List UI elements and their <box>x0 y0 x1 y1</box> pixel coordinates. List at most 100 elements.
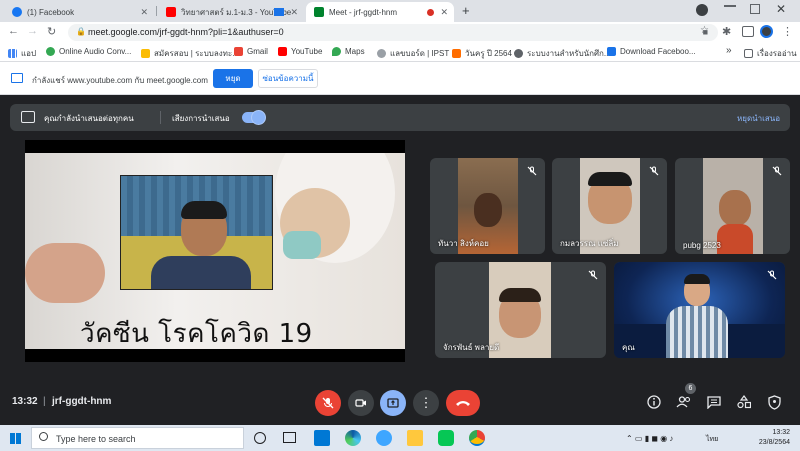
minimize-icon[interactable] <box>724 5 736 7</box>
tab-title: (1) Facebook <box>27 7 75 17</box>
file-explorer-icon[interactable] <box>407 430 423 446</box>
line-app-icon[interactable] <box>438 430 454 446</box>
globe-icon <box>514 49 523 58</box>
network-app-icon[interactable] <box>376 430 392 446</box>
tab-search-icon[interactable] <box>696 4 708 16</box>
mail-icon[interactable] <box>314 430 330 446</box>
participant-hair <box>499 288 541 302</box>
mic-off-icon <box>772 166 782 176</box>
menu-icon[interactable]: ⋮ <box>782 25 793 38</box>
windows-start-icon[interactable] <box>10 433 21 444</box>
more-options-icon[interactable]: ⋮ <box>413 390 439 416</box>
extensions-icon[interactable]: ✱ <box>722 25 731 38</box>
windows-taskbar: Type here to search ⌃ ▭ ▮ ◼ ◉ ♪ ไทย 13:3… <box>0 425 800 451</box>
bookmark-item[interactable]: Download Faceboo... <box>607 47 696 56</box>
host-controls-icon[interactable] <box>765 393 783 411</box>
bookmark-label: สมัครสอบ | ระบบลงทะ... <box>154 49 239 58</box>
share-message: กำลังแชร์ www.youtube.com กับ meet.googl… <box>32 76 208 85</box>
participant-name: ทันวา สิงห์คอย <box>438 239 489 248</box>
participant-face <box>474 193 502 227</box>
presentation-view: วัคซีน โรคโควิด 19 <box>25 140 405 362</box>
close-icon[interactable]: ✕ <box>140 7 148 18</box>
bookmark-favicon-icon <box>607 47 616 56</box>
bookmark-favicon-icon <box>452 49 461 58</box>
taskbar-search-box[interactable]: Type here to search <box>31 427 244 449</box>
maximize-icon[interactable] <box>750 4 760 14</box>
stop-sharing-button[interactable]: หยุด <box>213 69 253 88</box>
address-bar[interactable]: 🔒 meet.google.com/jrf-ggdt-hnm?pli=1&aut… <box>68 24 718 41</box>
hide-infobar-button[interactable]: ซ่อนข้อความนี้ <box>258 69 318 88</box>
bookmark-favicon-icon <box>377 49 386 58</box>
taskbar-clock[interactable]: 13:32 23/8/2564 <box>759 428 790 448</box>
media-control-icon[interactable] <box>742 26 754 37</box>
bookmark-maps[interactable]: Maps <box>332 47 365 56</box>
input-language[interactable]: ไทย <box>706 434 718 445</box>
bookmark-favicon-icon <box>46 47 55 56</box>
slide-title: วัคซีน โรคโควิด 19 <box>80 319 313 349</box>
cortana-icon[interactable] <box>254 432 266 444</box>
window-close-icon[interactable]: ✕ <box>776 2 786 16</box>
shared-video-frame: วัคซีน โรคโควิด 19 <box>25 153 405 349</box>
task-view-icon[interactable] <box>283 432 296 443</box>
tab-facebook[interactable]: (1) Facebook ✕ <box>4 2 154 22</box>
participant-hair <box>684 274 710 284</box>
bookmark-label: Online Audio Conv... <box>59 47 132 56</box>
present-now-button[interactable] <box>380 390 406 416</box>
mic-off-icon <box>649 166 659 176</box>
bookmark-label: Gmail <box>247 47 268 56</box>
lock-icon: 🔒 <box>76 27 86 36</box>
presenting-text: คุณกำลังนำเสนอต่อทุกคน <box>44 114 134 123</box>
meeting-details-icon[interactable] <box>645 393 663 411</box>
participant-tile-self[interactable]: คุณ <box>614 262 785 358</box>
leave-call-button[interactable] <box>446 390 480 416</box>
microphone-button[interactable] <box>315 390 341 416</box>
bookmark-item[interactable]: วันครู ปี 2564 <box>452 47 512 60</box>
activities-icon[interactable] <box>735 393 753 411</box>
profile-avatar[interactable] <box>760 25 773 38</box>
system-tray-icons[interactable]: ⌃ ▭ ▮ ◼ ◉ ♪ <box>626 434 673 443</box>
tab-youtube[interactable]: วิทยาศาสตร์ ม.1-ม.3 - YouTube ✕ <box>158 2 304 22</box>
bookmarks-more-button[interactable]: » <box>726 45 732 56</box>
edge-icon[interactable] <box>345 430 361 446</box>
participant-shirt <box>666 306 728 358</box>
bookmark-gmail[interactable]: Gmail <box>234 47 268 56</box>
participant-tile[interactable]: จักรพันธ์ พลายดี <box>435 262 606 358</box>
stop-presenting-button[interactable]: หยุดนำเสนอ <box>737 112 780 125</box>
chrome-icon[interactable] <box>469 430 485 446</box>
bookmark-star-icon[interactable]: ☆ <box>700 25 709 36</box>
presentation-audio-toggle[interactable] <box>242 111 265 124</box>
participant-shirt <box>717 224 753 254</box>
bookmark-youtube[interactable]: YouTube <box>278 47 322 56</box>
new-tab-button[interactable]: + <box>462 3 470 18</box>
gmail-icon <box>234 47 243 56</box>
bookmark-label: วันครู ปี 2564 <box>465 49 512 58</box>
person-shirt <box>151 256 251 289</box>
mic-off-icon <box>588 270 598 280</box>
person-hair <box>181 201 227 219</box>
participant-tile[interactable]: pubg 2523 <box>675 158 790 254</box>
tab-divider <box>156 6 157 16</box>
bookmark-apps[interactable]: แอป <box>8 47 36 60</box>
camera-button[interactable] <box>348 390 374 416</box>
participant-tile[interactable]: ทันวา สิงห์คอย <box>430 158 545 254</box>
bookmark-item[interactable]: ระบบงานสำหรับนักศึก... <box>514 47 611 60</box>
people-icon[interactable] <box>675 393 693 411</box>
forward-icon[interactable]: → <box>27 25 38 37</box>
bookmark-item[interactable]: แลขบอร์ด | IPST <box>377 47 449 60</box>
close-icon[interactable]: ✕ <box>290 7 298 18</box>
presenting-banner: คุณกำลังนำเสนอต่อทุกคน เสียงการนำเสนอ หย… <box>10 104 790 131</box>
participant-name: คุณ <box>622 343 635 352</box>
participant-face <box>719 190 751 226</box>
participant-tile[interactable]: กมลวรรณ แซ่ลิ่ม <box>552 158 667 254</box>
bookmark-label: YouTube <box>291 47 323 56</box>
chat-icon[interactable] <box>705 393 723 411</box>
close-icon[interactable]: ✕ <box>440 7 448 18</box>
participant-hair <box>588 172 632 186</box>
bookmark-item[interactable]: Online Audio Conv... <box>46 47 131 56</box>
reload-icon[interactable]: ↻ <box>47 25 56 38</box>
youtube-icon <box>278 47 287 56</box>
bookmark-item[interactable]: สมัครสอบ | ระบบลงทะ... <box>141 47 239 60</box>
back-icon[interactable]: ← <box>8 25 19 37</box>
reading-list-button[interactable]: เรื่องรออ่าน <box>744 47 797 60</box>
tab-meet[interactable]: Meet - jrf-ggdt-hnm ✕ <box>306 2 454 22</box>
